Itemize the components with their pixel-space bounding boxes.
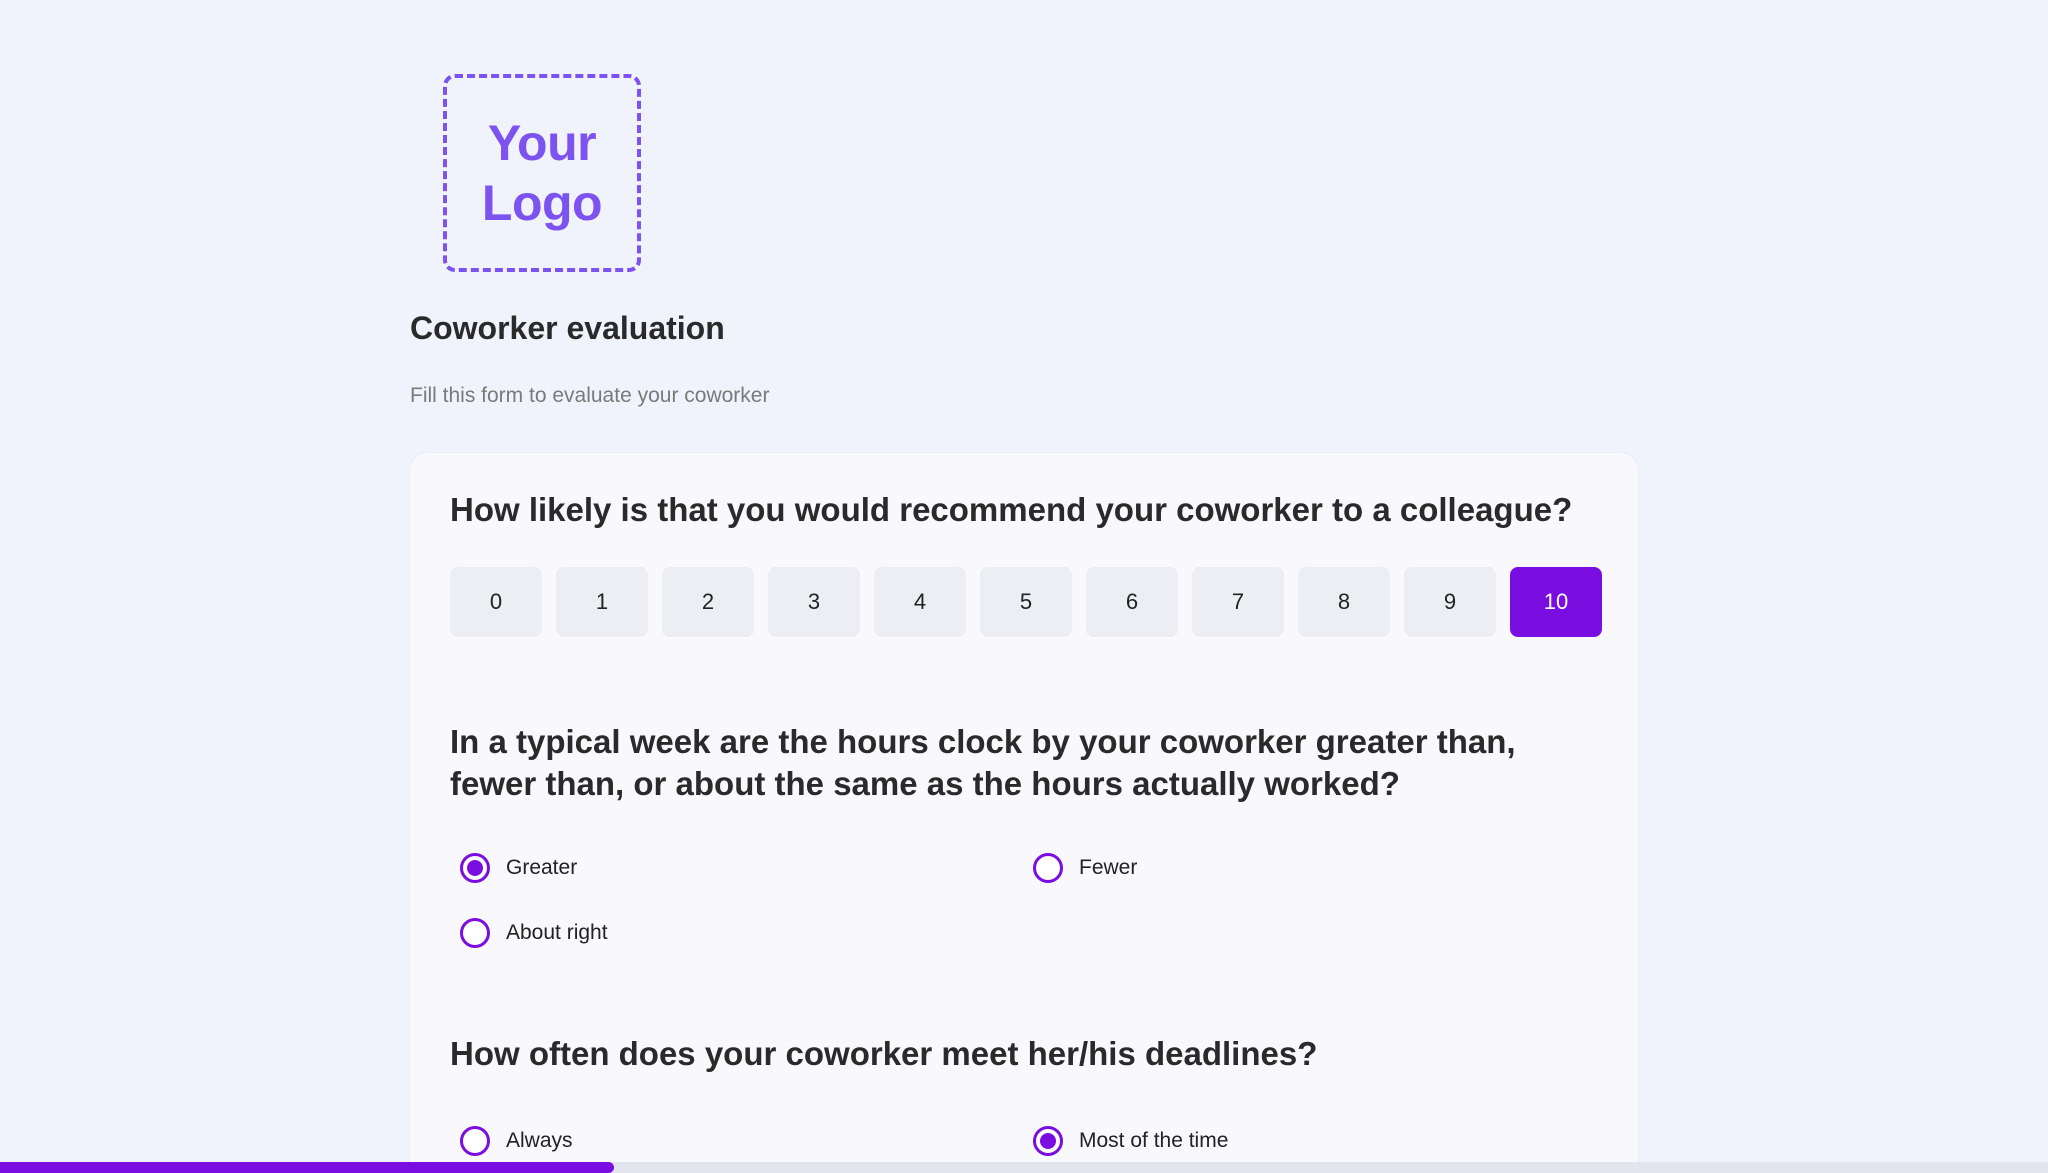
rating-option-5[interactable]: 5 [980, 567, 1072, 637]
question-card: How likely is that you would recommend y… [410, 453, 1638, 1173]
rating-option-2[interactable]: 2 [662, 567, 754, 637]
rating-option-3[interactable]: 3 [768, 567, 860, 637]
rating-option-6[interactable]: 6 [1086, 567, 1178, 637]
radio-circle [460, 853, 490, 883]
radio-most-of-the-time[interactable]: Most of the time [1033, 1126, 1228, 1156]
progress-bar [0, 1162, 2048, 1173]
radio-circle [1033, 853, 1063, 883]
radio-always[interactable]: Always [460, 1126, 573, 1156]
question-hours: In a typical week are the hours clock by… [450, 723, 1516, 802]
radio-label: Most of the time [1079, 1129, 1229, 1152]
logo-placeholder: Your Logo [443, 74, 641, 272]
rating-scale: 0 1 2 3 4 5 6 7 8 9 10 [450, 567, 1602, 637]
rating-option-1[interactable]: 1 [556, 567, 648, 637]
rating-option-0[interactable]: 0 [450, 567, 542, 637]
radio-fewer[interactable]: Fewer [1033, 853, 1137, 883]
rating-option-10[interactable]: 10 [1510, 567, 1602, 637]
radio-label: Always [506, 1129, 573, 1152]
radio-circle [1033, 1126, 1063, 1156]
radio-label: Greater [506, 856, 578, 879]
radio-dot [467, 860, 483, 876]
radio-about-right[interactable]: About right [460, 918, 608, 948]
question-deadlines: How often does your coworker meet her/hi… [450, 1035, 1318, 1072]
question-recommend: How likely is that you would recommend y… [450, 491, 1573, 528]
form-subtitle: Fill this form to evaluate your coworker [410, 384, 770, 407]
radio-label: Fewer [1079, 856, 1138, 879]
form-title: Coworker evaluation [410, 310, 725, 346]
rating-option-7[interactable]: 7 [1192, 567, 1284, 637]
logo-text-line1: Your [487, 115, 597, 171]
radio-dot [1040, 1133, 1056, 1149]
progress-bar-fill [0, 1162, 615, 1173]
radio-label: About right [506, 921, 608, 944]
radio-circle [460, 1126, 490, 1156]
rating-option-8[interactable]: 8 [1298, 567, 1390, 637]
rating-option-9[interactable]: 9 [1404, 567, 1496, 637]
radio-greater[interactable]: Greater [460, 853, 577, 883]
rating-option-4[interactable]: 4 [874, 567, 966, 637]
logo-text-line2: Logo [481, 175, 603, 231]
page: Your Logo Coworker evaluation Fill this … [0, 0, 2048, 1173]
radio-circle [460, 918, 490, 948]
